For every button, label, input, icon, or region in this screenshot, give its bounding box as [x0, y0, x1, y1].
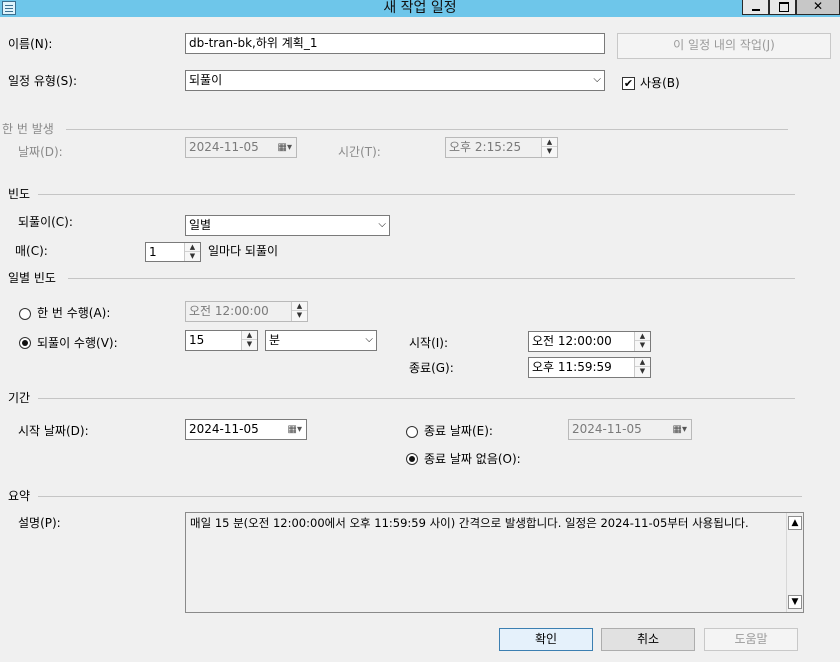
occurs-once-radio[interactable] — [19, 308, 31, 320]
description-label: 설명(P): — [18, 516, 61, 530]
minimize-button[interactable] — [742, 0, 769, 15]
no-end-date-radio[interactable] — [406, 453, 418, 465]
recurs-every-value: 1 — [149, 245, 157, 259]
close-button[interactable] — [796, 0, 840, 15]
end-time-value: 오후 11:59:59 — [532, 360, 612, 374]
divider — [68, 278, 795, 279]
enabled-label: 사용(B) — [640, 76, 680, 90]
cancel-button[interactable]: 취소 — [601, 628, 695, 651]
chevron-down-icon: ⌵ — [593, 74, 601, 85]
occurs-once-time-value: 오전 12:00:00 — [189, 304, 269, 318]
occurs-once-label: 한 번 수행(A): — [37, 306, 111, 320]
spinner[interactable]: ▲ ▼ — [541, 138, 557, 157]
occurs-label: 되풀이(C): — [18, 215, 73, 229]
end-date-value: 2024-11-05 — [572, 422, 642, 436]
summary-group-title: 요약 — [8, 489, 31, 503]
occurs-once-time-input[interactable]: 오전 12:00:00 ▲ ▼ — [185, 301, 308, 322]
occurs-every-label: 되풀이 수행(V): — [37, 336, 118, 350]
jobs-in-schedule-button[interactable]: 이 일정 내의 작업(J) — [617, 33, 831, 59]
duration-group-title: 기간 — [8, 391, 31, 405]
recurs-every-suffix: 일마다 되풀이 — [208, 244, 279, 258]
description-textarea[interactable]: 매일 15 분(오전 12:00:00에서 오후 11:59:59 사이) 간격… — [185, 512, 804, 613]
start-date-value: 2024-11-05 — [189, 422, 259, 436]
start-date-label: 시작 날짜(D): — [18, 424, 89, 438]
enabled-checkbox[interactable]: ✔ — [622, 77, 635, 90]
one-time-time-label: 시간(T): — [338, 145, 381, 159]
ok-button[interactable]: 확인 — [499, 628, 593, 651]
interval-unit-value: 분 — [269, 333, 281, 347]
recurs-every-label: 매(C): — [15, 244, 48, 258]
divider — [38, 398, 795, 399]
one-time-time-value: 오후 2:15:25 — [449, 140, 522, 154]
end-time-input[interactable]: 오후 11:59:59 ▲ ▼ — [528, 357, 651, 378]
daily-frequency-group-title: 일별 빈도 — [8, 271, 56, 285]
spinner[interactable]: ▲ ▼ — [634, 332, 650, 351]
schedule-type-label: 일정 유형(S): — [8, 74, 77, 88]
occurs-every-interval-input[interactable]: 15 ▲ ▼ — [185, 330, 258, 351]
scroll-down-icon[interactable]: ▼ — [788, 595, 802, 609]
occurs-value: 일별 — [189, 218, 212, 232]
spinner[interactable]: ▲ ▼ — [634, 358, 650, 377]
name-label: 이름(N): — [8, 37, 53, 51]
divider — [38, 194, 795, 195]
calendar-icon: ▦▾ — [277, 142, 292, 153]
window-title: 새 작업 일정 — [383, 0, 457, 16]
end-time-label: 종료(G): — [409, 361, 454, 375]
start-time-value: 오전 12:00:00 — [532, 334, 612, 348]
start-time-label: 시작(I): — [409, 336, 449, 350]
chevron-down-icon: ⌵ — [365, 334, 373, 345]
occurs-every-radio[interactable] — [19, 337, 31, 349]
recurs-every-input[interactable]: 1 ▲ ▼ — [145, 242, 201, 262]
divider — [66, 129, 788, 130]
no-end-date-label: 종료 날짜 없음(O): — [424, 452, 521, 466]
occurs-select[interactable]: 일별 ⌵ — [185, 215, 390, 236]
one-time-group-title: 한 번 발생 — [2, 122, 54, 136]
end-date-label: 종료 날짜(E): — [424, 424, 493, 438]
spinner[interactable]: ▲ ▼ — [291, 302, 307, 321]
occurs-every-interval-value: 15 — [189, 333, 205, 347]
calendar-icon: ▦▾ — [287, 424, 302, 435]
end-date-radio[interactable] — [406, 426, 418, 438]
chevron-down-icon: ⌵ — [378, 219, 386, 230]
vertical-scrollbar[interactable]: ▲ ▼ — [786, 513, 803, 612]
schedule-type-select[interactable]: 되풀이 ⌵ — [185, 70, 605, 91]
schedule-type-value: 되풀이 — [189, 73, 223, 87]
name-input[interactable]: db-tran-bk,하위 계획_1 — [185, 33, 605, 54]
end-date-picker[interactable]: 2024-11-05 ▦▾ — [568, 419, 692, 440]
spinner[interactable]: ▲ ▼ — [184, 243, 200, 261]
help-button[interactable]: 도움말 — [704, 628, 798, 651]
scroll-up-icon[interactable]: ▲ — [788, 516, 802, 530]
one-time-date-value: 2024-11-05 — [189, 140, 259, 154]
interval-unit-select[interactable]: 분 ⌵ — [265, 330, 377, 351]
description-text: 매일 15 분(오전 12:00:00에서 오후 11:59:59 사이) 간격… — [190, 516, 749, 530]
start-date-picker[interactable]: 2024-11-05 ▦▾ — [185, 419, 307, 440]
spinner[interactable]: ▲ ▼ — [241, 331, 257, 350]
one-time-time-input[interactable]: 오후 2:15:25 ▲ ▼ — [445, 137, 558, 158]
divider — [38, 496, 802, 497]
maximize-button[interactable] — [769, 0, 796, 15]
one-time-date-picker[interactable]: 2024-11-05 ▦▾ — [185, 137, 297, 158]
calendar-icon: ▦▾ — [672, 424, 687, 435]
one-time-date-label: 날짜(D): — [18, 145, 63, 159]
frequency-group-title: 빈도 — [8, 187, 31, 201]
start-time-input[interactable]: 오전 12:00:00 ▲ ▼ — [528, 331, 651, 352]
